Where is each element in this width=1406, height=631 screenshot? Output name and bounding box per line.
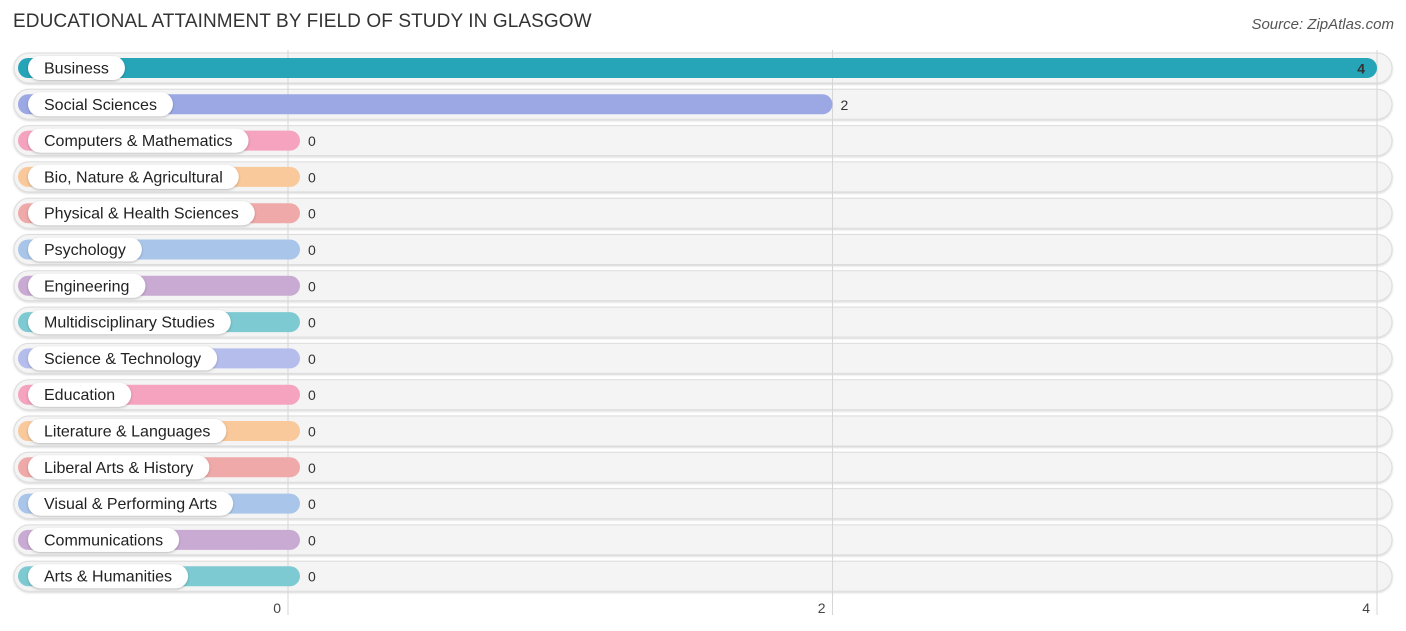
- bar-row: Science & Technology 0: [18, 346, 316, 371]
- category-label: Education: [44, 387, 115, 404]
- value-label: 0: [308, 387, 316, 403]
- category-label: Psychology: [44, 242, 126, 259]
- value-label: 0: [308, 315, 316, 331]
- category-label: Communications: [44, 532, 163, 549]
- bar-row: Physical & Health Sciences 0: [18, 201, 316, 226]
- bar-row: Bio, Nature & Agricultural 0: [18, 164, 316, 189]
- value-label: 0: [308, 242, 316, 258]
- value-label: 0: [308, 496, 316, 512]
- category-label: Physical & Health Sciences: [44, 206, 239, 223]
- x-tick-label: 0: [273, 600, 281, 616]
- bar-row: Multidisciplinary Studies 0: [18, 310, 316, 335]
- category-label: Computers & Mathematics: [44, 133, 233, 150]
- value-label: 0: [308, 424, 316, 440]
- bar-row: Computers & Mathematics 0: [18, 128, 316, 153]
- bar-row: Social Sciences 2: [18, 92, 849, 117]
- category-label: Business: [44, 61, 109, 78]
- bar: [18, 58, 1377, 78]
- value-label: 0: [308, 351, 316, 367]
- bar-row: Literature & Languages 0: [18, 419, 316, 443]
- category-label: Engineering: [44, 278, 129, 295]
- category-label: Science & Technology: [44, 351, 201, 368]
- value-label: 0: [308, 133, 316, 149]
- category-label: Arts & Humanities: [44, 569, 172, 586]
- bar-row: Arts & Humanities 0: [18, 564, 316, 589]
- bar-row: Engineering 0: [18, 273, 316, 298]
- value-label: 0: [308, 460, 316, 476]
- category-label: Liberal Arts & History: [44, 460, 193, 477]
- category-label: Visual & Performing Arts: [44, 496, 217, 513]
- bar-row: Education 0: [18, 382, 316, 407]
- bar-row: Visual & Performing Arts 0: [18, 491, 316, 516]
- category-label: Social Sciences: [44, 97, 157, 114]
- x-tick-label: 2: [818, 600, 826, 616]
- bar-row: Liberal Arts & History 0: [18, 455, 316, 480]
- bar-chart: Business 4 Social Sciences 2 Computers & Mat…: [13, 50, 1393, 616]
- bar-row: Business 4: [18, 56, 1377, 80]
- bar-row: Communications 0: [18, 527, 316, 552]
- value-label: 0: [308, 532, 316, 548]
- value-label: 4: [1357, 61, 1365, 77]
- category-label: Literature & Languages: [44, 424, 210, 441]
- value-label: 0: [308, 169, 316, 185]
- bar-row: Psychology 0: [18, 237, 316, 262]
- category-label: Multidisciplinary Studies: [44, 315, 215, 332]
- value-label: 2: [841, 97, 849, 113]
- value-label: 0: [308, 278, 316, 294]
- value-label: 0: [308, 206, 316, 222]
- x-tick-label: 4: [1362, 600, 1370, 616]
- value-label: 0: [308, 569, 316, 585]
- category-label: Bio, Nature & Agricultural: [44, 169, 223, 186]
